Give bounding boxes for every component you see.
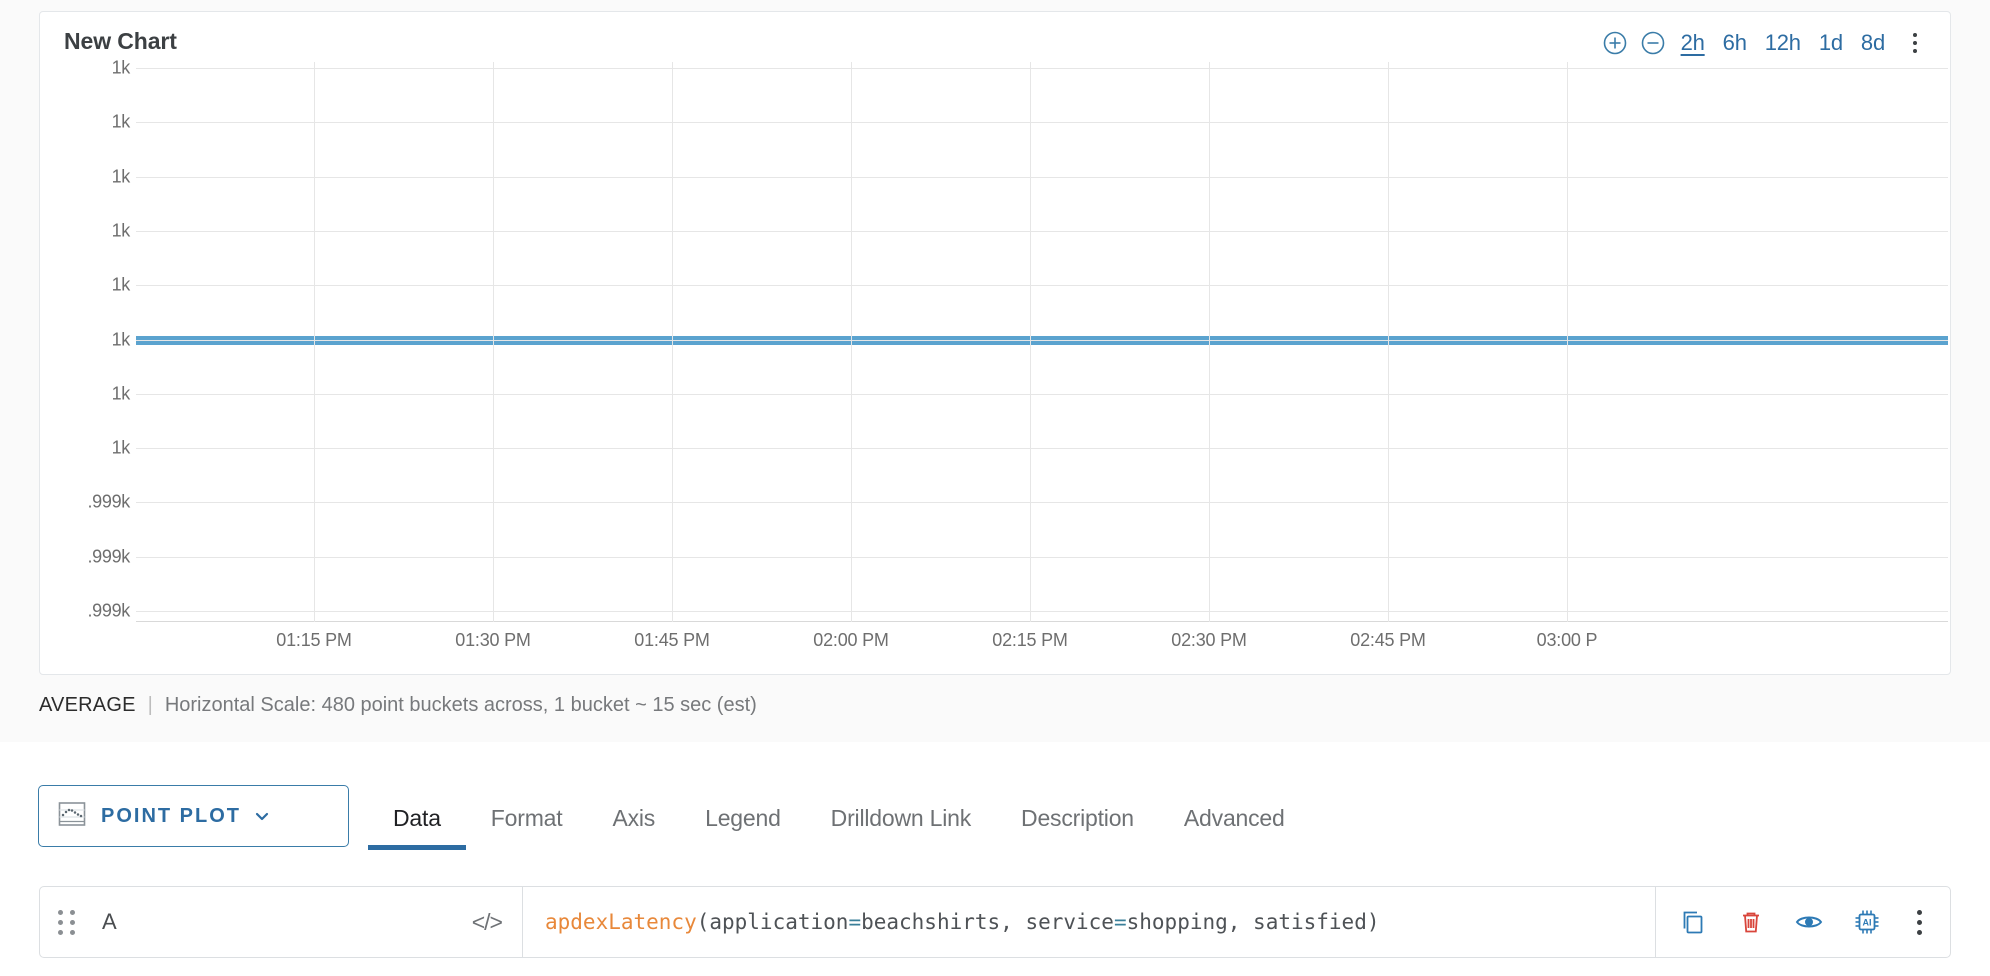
query-expression-input[interactable]: apdexLatency (application = beachshirts, se… bbox=[523, 887, 1655, 957]
query-token-mid: beachshirts, service bbox=[861, 910, 1114, 934]
query-name-cell: A </> bbox=[40, 887, 523, 957]
query-name-label: A bbox=[102, 909, 117, 934]
gridline-vertical bbox=[493, 62, 494, 622]
x-axis-tick-label: 03:00 P bbox=[1536, 630, 1598, 650]
svg-text:AI: AI bbox=[1863, 918, 1872, 928]
plot-type-selector[interactable]: POINT PLOT bbox=[38, 785, 349, 847]
x-axis-tick-label: 01:45 PM bbox=[634, 630, 710, 650]
plus-circle-icon[interactable] bbox=[1596, 24, 1634, 62]
chart-card: New Chart 2h 6h 12h 1d 8d 1k 1k 1k 1k 1k… bbox=[39, 11, 1951, 675]
y-axis-tick-label: .999k bbox=[87, 546, 130, 567]
time-range-1d[interactable]: 1d bbox=[1810, 26, 1852, 60]
gridline-horizontal bbox=[136, 448, 1948, 449]
query-row: A </> apdexLatency (application = beachshir… bbox=[39, 886, 1951, 958]
gridline-vertical bbox=[1030, 62, 1031, 622]
gridline-vertical bbox=[1209, 62, 1210, 622]
time-range-12h[interactable]: 12h bbox=[1756, 26, 1810, 60]
y-axis-tick-label: 1k bbox=[111, 383, 131, 404]
page-title: New Chart bbox=[64, 28, 177, 54]
x-axis-tick-label: 02:00 PM bbox=[813, 630, 889, 650]
eye-icon[interactable] bbox=[1782, 895, 1836, 949]
x-axis-tick-label: 02:45 PM bbox=[1350, 630, 1426, 650]
x-axis-labels: 01:15 PM 01:30 PM 01:45 PM 02:00 PM 02:15 PM… bbox=[136, 624, 1948, 664]
gridline-horizontal bbox=[136, 177, 1948, 178]
trash-icon[interactable] bbox=[1724, 895, 1778, 949]
chart-more-menu-icon[interactable] bbox=[1898, 24, 1932, 62]
gridline-vertical bbox=[1388, 62, 1389, 622]
drag-handle-icon[interactable] bbox=[58, 909, 80, 935]
y-axis-tick-label: 1k bbox=[111, 111, 131, 132]
query-token-equals-1: = bbox=[848, 910, 862, 934]
tab-drilldown-link[interactable]: Drilldown Link bbox=[806, 805, 996, 850]
gridline-horizontal bbox=[136, 394, 1948, 395]
y-axis-tick-label: 1k bbox=[111, 166, 131, 187]
point-plot-icon bbox=[57, 799, 87, 834]
editor-tabbar: POINT PLOT Data Format Axis Legend Drilldown… bbox=[0, 760, 1990, 870]
gridline-vertical bbox=[314, 62, 315, 622]
editor-tab-list: Data Format Axis Legend Drilldown Link Descri… bbox=[368, 782, 1310, 850]
gridline-vertical bbox=[851, 62, 852, 622]
gridline-horizontal bbox=[136, 285, 1948, 286]
gridline-horizontal bbox=[136, 611, 1948, 612]
query-token-open: (application bbox=[696, 910, 849, 934]
gridline-horizontal bbox=[136, 122, 1948, 123]
time-range-2h[interactable]: 2h bbox=[1672, 26, 1714, 60]
plot-container: 1k 1k 1k 1k 1k 1k 1k 1k .999k .999k .999k 01:15 PM… bbox=[40, 58, 1952, 676]
footer-separator: | bbox=[147, 694, 153, 716]
gridline-horizontal bbox=[136, 68, 1948, 69]
tab-description[interactable]: Description bbox=[996, 805, 1159, 850]
y-axis-tick-label: 1k bbox=[111, 437, 131, 458]
y-axis-tick-label: .999k bbox=[87, 491, 130, 512]
tab-advanced[interactable]: Advanced bbox=[1159, 805, 1310, 850]
y-axis-tick-label: 1k bbox=[111, 57, 131, 78]
y-axis-tick-label: .999k bbox=[87, 600, 130, 621]
time-range-8d[interactable]: 8d bbox=[1852, 26, 1894, 60]
code-brackets-icon[interactable]: </> bbox=[472, 909, 503, 936]
query-more-menu-icon[interactable] bbox=[1898, 895, 1940, 949]
query-token-equals-2: = bbox=[1113, 910, 1127, 934]
gridline-horizontal bbox=[136, 231, 1948, 232]
aggregation-label: AVERAGE bbox=[39, 694, 136, 716]
chevron-down-icon bbox=[253, 807, 271, 825]
minus-circle-icon[interactable] bbox=[1634, 24, 1672, 62]
plot-type-label: POINT PLOT bbox=[101, 804, 241, 827]
x-axis-tick-label: 02:30 PM bbox=[1171, 630, 1247, 650]
plot-area[interactable] bbox=[136, 62, 1948, 622]
time-range-6h[interactable]: 6h bbox=[1714, 26, 1756, 60]
gridline-horizontal bbox=[136, 502, 1948, 503]
y-axis-tick-label: 1k bbox=[111, 220, 131, 241]
x-axis-line bbox=[136, 621, 1948, 622]
x-axis-label-clip: 01:15 PM 01:30 PM 01:45 PM 02:00 PM 02:15 PM… bbox=[136, 624, 1990, 664]
gridline-horizontal bbox=[136, 340, 1948, 341]
gridline-horizontal bbox=[136, 557, 1948, 558]
gridline-vertical bbox=[672, 62, 673, 622]
query-token-tail: shopping, satisfied) bbox=[1126, 910, 1380, 934]
copy-icon[interactable] bbox=[1666, 895, 1720, 949]
x-axis-tick-label: 02:15 PM bbox=[992, 630, 1068, 650]
tab-axis[interactable]: Axis bbox=[587, 805, 680, 850]
gridline-vertical bbox=[1567, 62, 1568, 622]
query-token-function: apdexLatency bbox=[545, 910, 697, 934]
tab-format[interactable]: Format bbox=[466, 805, 588, 850]
chart-panel: New Chart 2h 6h 12h 1d 8d 1k 1k 1k 1k 1k… bbox=[0, 0, 1990, 742]
tab-legend[interactable]: Legend bbox=[680, 805, 806, 850]
y-axis-tick-label: 1k bbox=[111, 329, 131, 349]
y-axis-labels: 1k 1k 1k 1k 1k 1k 1k 1k .999k .999k .999k bbox=[40, 58, 131, 622]
x-axis-tick-label: 01:15 PM bbox=[276, 630, 352, 650]
chart-footer: AVERAGE | Horizontal Scale: 480 point bu… bbox=[39, 694, 757, 717]
y-axis-tick-label: 1k bbox=[111, 274, 131, 295]
chart-editor-page: New Chart 2h 6h 12h 1d 8d 1k 1k 1k 1k 1k… bbox=[0, 0, 1990, 976]
horizontal-scale-note: Horizontal Scale: 480 point buckets acro… bbox=[164, 694, 757, 716]
ai-chip-icon[interactable]: AI bbox=[1840, 895, 1894, 949]
tab-data[interactable]: Data bbox=[368, 805, 466, 850]
chart-toolbar: 2h 6h 12h 1d 8d bbox=[1596, 24, 1932, 62]
x-axis-tick-label: 01:30 PM bbox=[455, 630, 531, 650]
query-actions: AI bbox=[1655, 887, 1950, 957]
